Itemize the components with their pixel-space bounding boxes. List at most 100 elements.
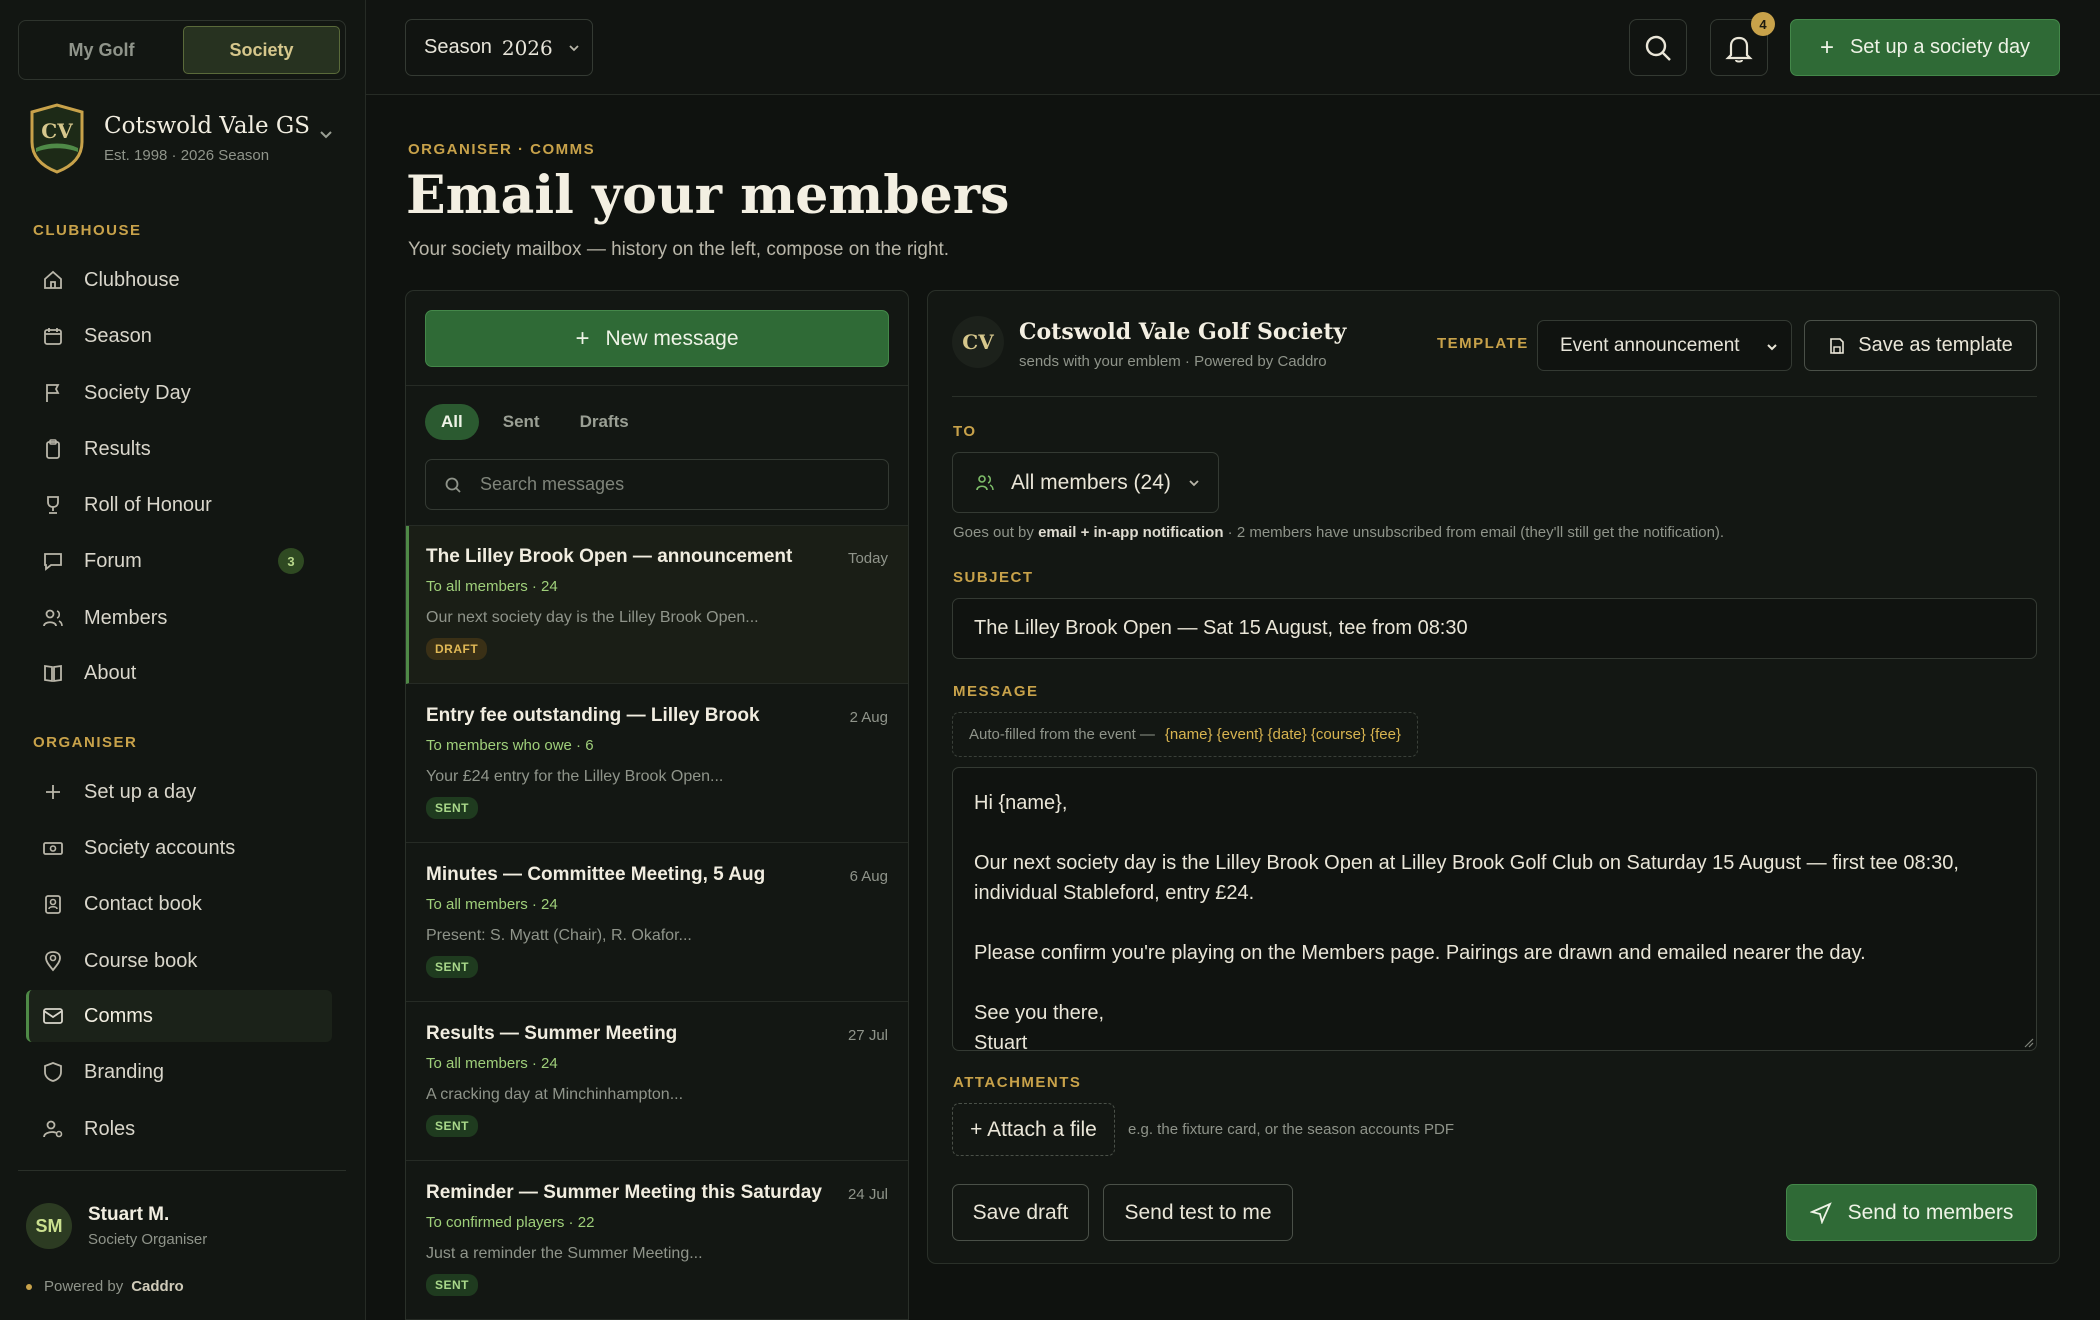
sidebar-item-label: Roll of Honour <box>84 493 212 516</box>
message-recipients: To members who owe · 6 <box>426 737 594 754</box>
attach-hint: e.g. the fixture card, or the season acc… <box>1128 1121 1455 1138</box>
brand-dot-icon <box>26 1283 32 1290</box>
club-switcher[interactable]: CV Cotswold Vale GS Est. 1998 · 2026 Sea… <box>28 100 348 176</box>
message-line: Our next society day is the Lilley Brook… <box>974 852 1959 904</box>
sidebar-item-forum[interactable]: Forum 3 <box>26 535 332 587</box>
filter-all[interactable]: All <box>425 404 479 440</box>
resize-grip-icon[interactable] <box>2022 1036 2034 1048</box>
message-list-item[interactable]: Entry fee outstanding — Lilley Brook 2 A… <box>406 685 908 843</box>
message-line <box>974 908 2015 938</box>
message-date: Today <box>847 550 888 567</box>
delivery-prefix: Goes out by <box>953 524 1034 541</box>
shield-icon <box>44 1062 62 1082</box>
user-profile[interactable]: SM Stuart M. Society Organiser <box>26 1203 207 1249</box>
subject-field[interactable]: The Lilley Brook Open — Sat 15 August, t… <box>952 598 2037 659</box>
club-name: Cotswold Vale GS <box>104 112 311 139</box>
save-as-template-button[interactable]: Save as template <box>1804 320 2037 371</box>
page-subtitle: Your society mailbox — history on the le… <box>408 239 950 260</box>
sidebar-item-label: Clubhouse <box>84 268 180 291</box>
set-up-society-day-button[interactable]: + Set up a society day <box>1790 19 2060 76</box>
season-selector[interactable]: Season 2026 <box>405 19 593 76</box>
sidebar-item-label: Season <box>84 324 152 347</box>
attachments-label: ATTACHMENTS <box>953 1074 1082 1091</box>
plus-icon <box>46 785 60 799</box>
send-to-members-button[interactable]: Send to members <box>1786 1184 2037 1241</box>
save-draft-button[interactable]: Save draft <box>952 1184 1089 1241</box>
message-line: Stuart <box>974 1032 1028 1051</box>
filter-sent[interactable]: Sent <box>487 404 556 440</box>
message-date: 24 Jul <box>847 1186 888 1203</box>
message-list-item[interactable]: The Lilley Brook Open — announcement Tod… <box>406 526 908 684</box>
sidebar-item-label: Roles <box>84 1117 136 1140</box>
message-list-item[interactable]: Results — Summer Meeting 27 Jul To all m… <box>406 1003 908 1161</box>
message-line: See you there, <box>974 1002 1105 1024</box>
notifications-button[interactable]: 4 <box>1710 12 1775 76</box>
sender-name: Cotswold Vale Golf Society <box>1019 319 1347 345</box>
message-line <box>974 968 2015 998</box>
save-as-template-label: Save as template <box>1858 334 2013 356</box>
message-line: Hi {name}, <box>974 792 1068 814</box>
sidebar-item-contact-book[interactable]: Contact book <box>26 878 332 930</box>
message-date: 27 Jul <box>847 1027 888 1044</box>
sidebar-item-label: Society Day <box>84 381 191 404</box>
sidebar-item-clubhouse[interactable]: Clubhouse <box>26 254 332 306</box>
sidebar-item-society-day[interactable]: Society Day <box>26 367 332 419</box>
filter-drafts[interactable]: Drafts <box>564 404 645 440</box>
tab-society[interactable]: Society <box>183 26 340 74</box>
sidebar-item-members[interactable]: Members <box>26 592 332 644</box>
forum-count-badge: 3 <box>278 548 304 574</box>
message-body-field[interactable]: Hi {name}, Our next society day is the L… <box>952 767 2037 1051</box>
sidebar-item-society-accounts[interactable]: Society accounts <box>26 822 332 874</box>
message-list-item[interactable]: Reminder — Summer Meeting this Saturday … <box>406 1162 908 1320</box>
sidebar-item-label: About <box>84 661 137 684</box>
sidebar-item-about[interactable]: About <box>26 647 332 699</box>
sidebar-item-results[interactable]: Results <box>26 423 332 475</box>
user-role: Society Organiser <box>88 1231 208 1248</box>
compose-panel: CV Cotswold Vale Golf Society sends with… <box>927 290 2060 1264</box>
new-message-button[interactable]: + New message <box>425 310 889 367</box>
status-badge: DRAFT <box>426 638 488 660</box>
sidebar-item-label: Set up a day <box>84 780 197 803</box>
avatar: SM <box>26 1203 72 1249</box>
message-preview: A cracking day at Minchinhampton... <box>426 1086 684 1103</box>
mail-icon <box>43 1008 63 1024</box>
sidebar-item-course-book[interactable]: Course book <box>26 935 332 987</box>
merge-prefix: Auto-filled from the event — <box>969 726 1155 743</box>
search-button[interactable] <box>1629 19 1687 76</box>
attach-file-button[interactable]: + Attach a file <box>952 1103 1115 1156</box>
tab-my-golf[interactable]: My Golf <box>24 26 179 74</box>
recipients-select[interactable]: All members (24) <box>952 452 1219 513</box>
status-badge: SENT <box>426 1115 479 1137</box>
template-select[interactable]: Event announcement <box>1537 320 1792 371</box>
sidebar-item-label: Contact book <box>84 892 202 915</box>
search-input[interactable]: Search messages <box>425 459 889 510</box>
message-list-item[interactable]: Minutes — Committee Meeting, 5 Aug 6 Aug… <box>406 844 908 1002</box>
chevron-down-icon <box>1767 344 1777 351</box>
delivery-channels: email + in-app notification <box>1038 524 1224 541</box>
sidebar-item-season[interactable]: Season <box>26 310 332 362</box>
search-icon <box>1645 35 1671 61</box>
send-test-button[interactable]: Send test to me <box>1103 1184 1293 1241</box>
status-badge: SENT <box>426 1274 479 1296</box>
message-preview: Your £24 entry for the Lilley Brook Open… <box>426 768 724 785</box>
divider <box>952 396 2037 397</box>
sidebar-item-label: Members <box>84 606 168 629</box>
powered-label: Powered by <box>44 1278 124 1295</box>
merge-tokens[interactable]: {name} {event} {date} {course} {fee} <box>1165 726 1401 743</box>
sidebar-divider <box>18 1170 346 1171</box>
sidebar-item-label: Results <box>84 437 151 460</box>
sidebar-item-roll-of-honour[interactable]: Roll of Honour <box>26 479 332 531</box>
sidebar-item-comms[interactable]: Comms <box>26 990 332 1042</box>
powered-by: Powered by Caddro <box>26 1278 184 1295</box>
merge-fields-hint: Auto-filled from the event — {name} {eve… <box>952 712 1418 757</box>
user-name: Stuart M. <box>88 1204 170 1225</box>
message-title: Entry fee outstanding — Lilley Brook <box>426 705 760 726</box>
sidebar-item-label: Branding <box>84 1060 165 1083</box>
sidebar-item-set-up-a-day[interactable]: Set up a day <box>26 766 332 818</box>
sidebar-item-branding[interactable]: Branding <box>26 1046 332 1098</box>
sidebar-item-roles[interactable]: Roles <box>26 1103 332 1155</box>
page-eyebrow: ORGANISER · COMMS <box>408 141 596 158</box>
message-date: 2 Aug <box>849 709 888 726</box>
message-preview: Our next society day is the Lilley Brook… <box>426 609 759 626</box>
section-label-clubhouse: CLUBHOUSE <box>33 222 142 239</box>
